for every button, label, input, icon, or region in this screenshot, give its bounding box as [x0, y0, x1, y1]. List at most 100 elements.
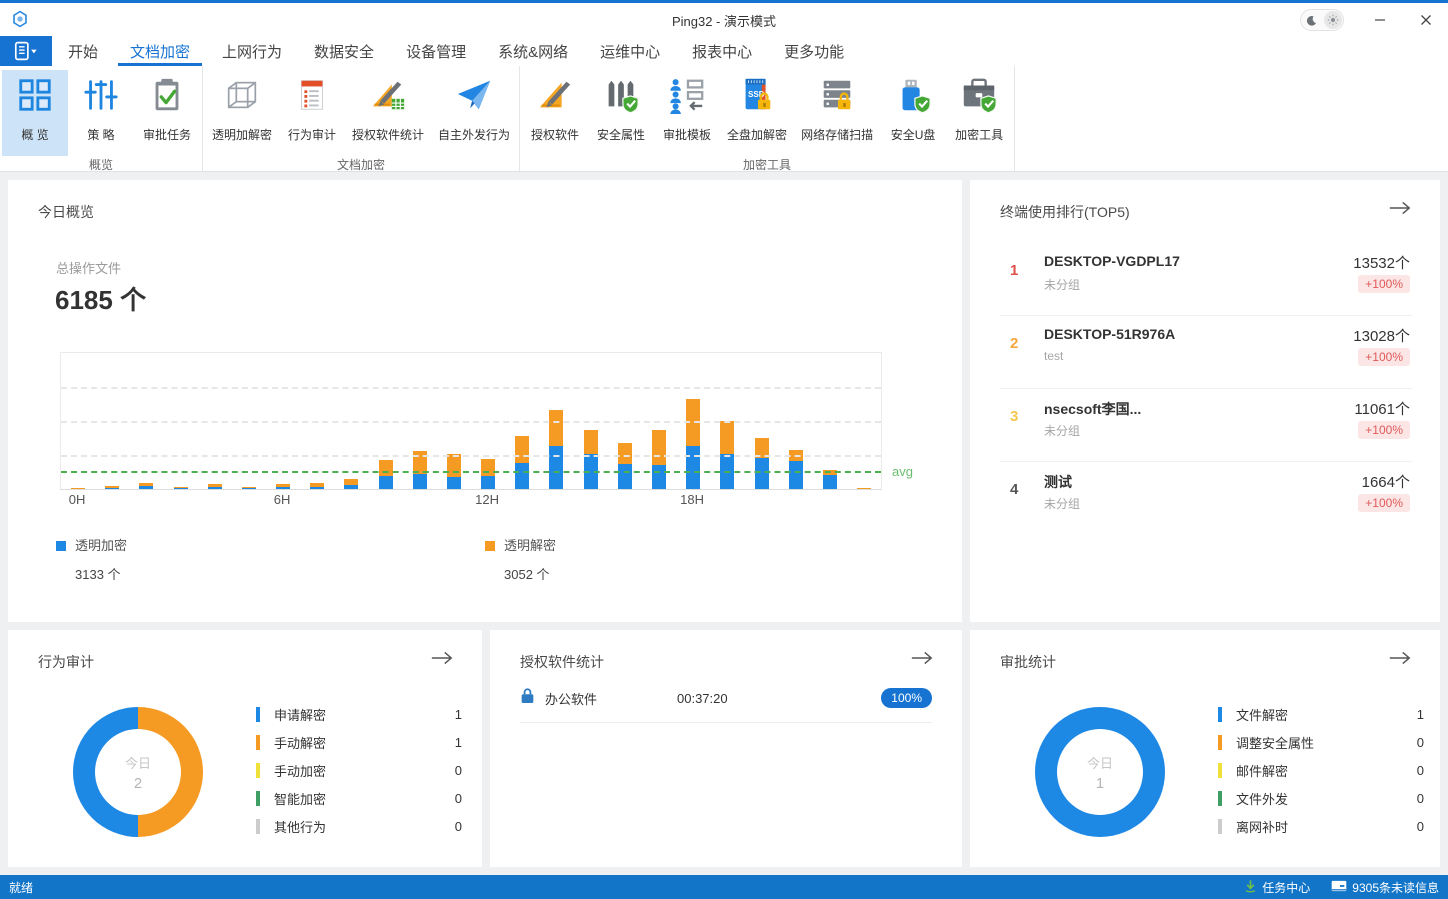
app-menu-button[interactable]: [0, 36, 52, 66]
donut-label: 今日: [1087, 753, 1113, 772]
top5-row[interactable]: 3nsecsoft李国...未分组11061个+100%: [1000, 388, 1412, 462]
arrow-right-icon[interactable]: [1388, 200, 1412, 218]
minimize-button[interactable]: [1366, 7, 1394, 33]
bar-segment-decrypt: [652, 430, 666, 465]
bar-segment-encrypt: [276, 487, 290, 489]
top5-row[interactable]: 4测试未分组1664个+100%: [1000, 461, 1412, 534]
bar-segment-decrypt: [481, 459, 495, 476]
x-axis-labels: 0H6H12H18H: [60, 492, 880, 508]
overview-grid-icon: [16, 74, 54, 119]
top5-row[interactable]: 1DESKTOP-VGDPL17未分组13532个+100%: [1000, 242, 1412, 316]
tab-7[interactable]: 运维中心: [584, 36, 676, 66]
stacked-bar: [584, 430, 598, 489]
ribbon-button[interactable]: 网络存储扫描: [794, 70, 880, 156]
legend-value: 0: [1417, 791, 1424, 806]
statusbar-item-label: 任务中心: [1262, 879, 1310, 896]
ribbon-button[interactable]: 加密工具: [946, 70, 1012, 156]
theme-toggle[interactable]: [1300, 9, 1344, 31]
app-window: Ping32 - 演示模式 开始文档加密上网行为数据安全设备管理系统&网络运维中…: [0, 0, 1448, 899]
ribbon-button-label: 安全属性: [597, 126, 645, 143]
donut-value: 1: [1096, 775, 1104, 792]
donut-value: 2: [134, 775, 142, 792]
x-axis-tick-label: 18H: [680, 492, 704, 507]
close-button[interactable]: [1412, 7, 1440, 33]
tab-4[interactable]: 数据安全: [298, 36, 390, 66]
ribbon-button[interactable]: 安全属性: [588, 70, 654, 156]
bar-segment-encrypt: [379, 476, 393, 489]
delta-badge: +100%: [1358, 494, 1410, 512]
top5-row[interactable]: 2DESKTOP-51R976Atest13028个+100%: [1000, 315, 1412, 389]
legend-label: 邮件解密: [1236, 761, 1417, 780]
ribbon-button[interactable]: 审批任务: [134, 70, 200, 156]
licensed-software-card: 授权软件统计 办公软件00:37:20100%: [490, 630, 962, 867]
window-title: Ping32 - 演示模式: [0, 11, 1448, 30]
ribbon-button[interactable]: 透明加解密: [205, 70, 279, 156]
statusbar-item[interactable]: 9305条未读信息: [1331, 879, 1439, 896]
ribbon-group-label: 概览: [2, 156, 200, 174]
card-title: 今日概览: [38, 202, 94, 222]
bar-segment-decrypt: [447, 454, 461, 477]
usb-shield-icon: [894, 74, 932, 119]
rank-number: 4: [1010, 481, 1018, 498]
status-ready-text: 就绪: [9, 879, 33, 896]
ribbon-button-label: 自主外发行为: [438, 126, 510, 143]
arrow-right-icon[interactable]: [1388, 650, 1412, 668]
ribbon-button[interactable]: 授权软件: [522, 70, 588, 156]
donut-legend-row: 文件解密1: [1218, 700, 1424, 728]
dark-mode-moon-icon[interactable]: [1303, 11, 1321, 29]
ribbon-group-label: 加密工具: [522, 156, 1012, 174]
donut-legend-row: 其他行为0: [256, 812, 462, 840]
mail-icon: [1331, 880, 1347, 895]
tab-9[interactable]: 更多功能: [768, 36, 860, 66]
legend-color-bar: [256, 707, 260, 722]
legend-label: 智能加密: [274, 789, 455, 808]
sliders-icon: [82, 74, 120, 119]
ribbon-toolbar: 概 览策 略审批任务概览透明加解密行为审计授权软件统计自主外发行为文档加密授权软…: [0, 66, 1448, 172]
statusbar-item[interactable]: 任务中心: [1244, 879, 1310, 896]
bar-segment-decrypt: [379, 460, 393, 476]
ribbon-button[interactable]: 授权软件统计: [345, 70, 431, 156]
ssd-lock-icon: SSD: [738, 74, 776, 119]
software-row[interactable]: 办公软件00:37:20100%: [520, 684, 932, 712]
terminal-count: 13532个: [1353, 252, 1410, 273]
bar-segment-encrypt: [242, 488, 256, 489]
total-files-label: 总操作文件: [56, 258, 121, 277]
ribbon-group: 透明加解密行为审计授权软件统计自主外发行为文档加密: [203, 66, 520, 171]
software-duration: 00:37:20: [677, 691, 837, 706]
ribbon-button[interactable]: 自主外发行为: [431, 70, 517, 156]
legend-value: 1: [1417, 707, 1424, 722]
legend-color-bar: [1218, 735, 1222, 750]
terminal-count: 13028个: [1353, 325, 1410, 346]
terminal-top5-card: 终端使用排行(TOP5) 1DESKTOP-VGDPL17未分组13532个+1…: [970, 180, 1440, 622]
arrow-right-icon[interactable]: [430, 650, 454, 668]
legend-color-bar: [1218, 763, 1222, 778]
terminal-count: 1664个: [1362, 471, 1410, 492]
ribbon-button[interactable]: 策 略: [68, 70, 134, 156]
legend-color-bar: [256, 819, 260, 834]
gridline: [61, 455, 881, 457]
approval-stats-card: 审批统计 今日 1 文件解密1调整安全属性0邮件解密0文件外发0离网补时0: [970, 630, 1440, 867]
stacked-bar: [208, 484, 222, 489]
tab-5[interactable]: 设备管理: [390, 36, 482, 66]
donut-legend-row: 手动解密1: [256, 728, 462, 756]
tab-2[interactable]: 文档加密: [114, 36, 206, 66]
tab-8[interactable]: 报表中心: [676, 36, 768, 66]
bar-segment-decrypt: [618, 443, 632, 464]
legend-color-swatch: [485, 541, 495, 551]
delta-badge: +100%: [1358, 421, 1410, 439]
arrow-right-icon[interactable]: [910, 650, 934, 668]
ribbon-button[interactable]: SSD全盘加解密: [720, 70, 794, 156]
download-icon: [1244, 879, 1257, 896]
tab-3[interactable]: 上网行为: [206, 36, 298, 66]
ribbon-button[interactable]: 行为审计: [279, 70, 345, 156]
light-mode-sun-icon[interactable]: [1324, 11, 1342, 29]
stacked-bar: [310, 483, 324, 489]
tab-6[interactable]: 系统&网络: [482, 36, 584, 66]
ribbon-button[interactable]: 审批模板: [654, 70, 720, 156]
stacked-bar: [481, 459, 495, 489]
tab-1[interactable]: 开始: [52, 36, 114, 66]
ribbon-button[interactable]: 安全U盘: [880, 70, 946, 156]
ribbon-button[interactable]: 概 览: [2, 70, 68, 156]
legend-value: 0: [455, 819, 462, 834]
legend-label: 申请解密: [274, 705, 455, 724]
